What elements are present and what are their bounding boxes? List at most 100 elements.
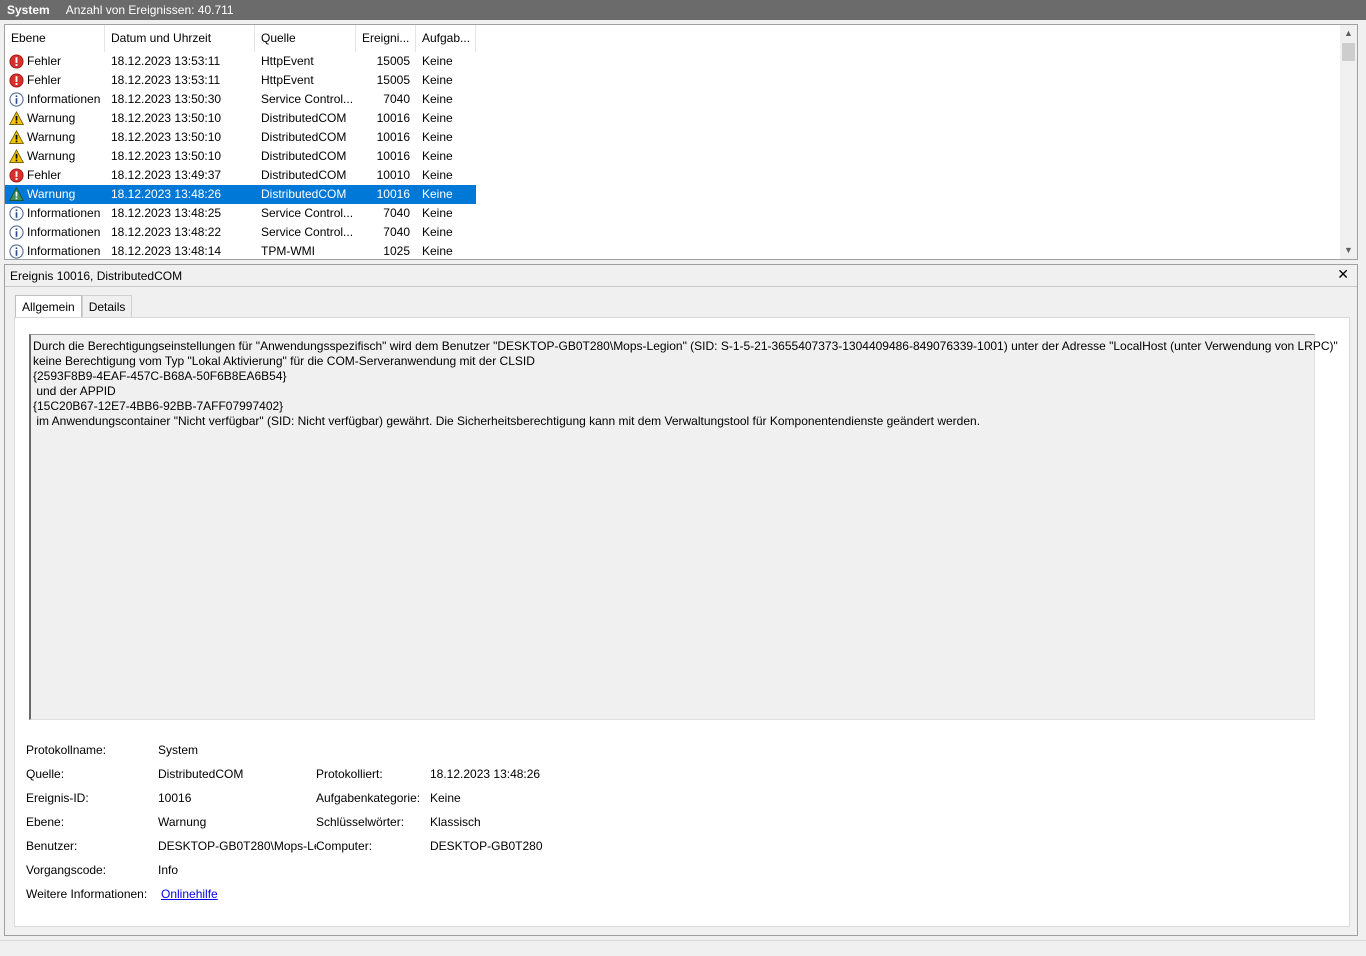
source-cell: DistributedCOM (261, 111, 347, 125)
datetime-cell: 18.12.2023 13:48:14 (111, 244, 222, 258)
level-cell: Warnung (5, 185, 105, 204)
column-level[interactable]: Ebene (5, 25, 105, 52)
log-name-value: System (158, 743, 199, 757)
event-properties: Protokollname: System Quelle: Distribute… (26, 738, 630, 906)
level-text: Informationen (27, 206, 101, 220)
tab-general[interactable]: Allgemein (15, 295, 82, 319)
level-text: Fehler (27, 54, 62, 68)
datetime-cell: 18.12.2023 13:48:22 (111, 225, 222, 239)
warning-icon (9, 111, 27, 126)
list-scrollbar[interactable]: ▲ ▼ (1340, 25, 1357, 259)
table-row[interactable]: Warnung 18.12.2023 13:48:26 DistributedCOM… (5, 185, 476, 204)
event-id-cell: 7040 (383, 92, 410, 106)
datetime-cell: 18.12.2023 13:50:30 (111, 92, 222, 106)
opcode-value: Info (158, 863, 179, 877)
level-cell: Warnung (5, 147, 105, 166)
event-detail-pane: Ereignis 10016, DistributedCOM ✕ Allgeme… (4, 264, 1358, 936)
detail-header: Ereignis 10016, DistributedCOM (10, 269, 183, 283)
event-message[interactable]: Durch die Berechtigungseinstellungen für… (29, 334, 1338, 720)
tab-details[interactable]: Details (81, 295, 133, 318)
source-cell: Service Control... (261, 206, 354, 220)
event-id-cell: 15005 (376, 54, 410, 68)
source-cell: DistributedCOM (261, 168, 347, 182)
info-icon (9, 206, 27, 221)
table-row[interactable]: Fehler 18.12.2023 13:53:11 HttpEvent 15005 K… (5, 52, 476, 71)
level-text: Fehler (27, 168, 62, 182)
table-row[interactable]: Informationen 18.12.2023 13:48:14 TPM-WMI 1… (5, 242, 476, 259)
error-icon (9, 73, 27, 88)
table-row[interactable]: Fehler 18.12.2023 13:49:37 DistributedCOM 1… (5, 166, 476, 185)
scroll-thumb[interactable] (1342, 43, 1355, 61)
column-source[interactable]: Quelle (255, 25, 356, 52)
event-id-label: Ereignis-ID: (26, 791, 89, 805)
task-cell: Keine (422, 111, 453, 125)
close-icon[interactable]: ✕ (1337, 266, 1349, 283)
task-cell: Keine (422, 244, 453, 258)
scroll-up-icon[interactable]: ▲ (1340, 25, 1357, 42)
error-icon (9, 54, 27, 69)
level-value: Warnung (158, 815, 207, 829)
title-bar: System Anzahl von Ereignissen: 40.711 (0, 0, 1366, 20)
event-rows: Fehler 18.12.2023 13:53:11 HttpEvent 15005 K… (5, 52, 476, 259)
tab-panel-general: Durch die Berechtigungseinstellungen für… (14, 317, 1350, 927)
task-cell: Keine (422, 149, 453, 163)
level-text: Warnung (27, 187, 76, 201)
task-cell: Keine (422, 168, 453, 182)
column-event-id[interactable]: Ereigni... (356, 25, 416, 52)
level-cell: Fehler (5, 71, 105, 90)
event-list[interactable]: Ebene Datum und Uhrzeit Quelle Ereigni..… (4, 24, 1358, 260)
event-id-cell: 10016 (376, 130, 410, 144)
task-cell: Keine (422, 54, 453, 68)
event-id-cell: 10016 (376, 149, 410, 163)
source-cell: HttpEvent (261, 73, 314, 87)
warning-icon (9, 149, 27, 164)
level-text: Warnung (27, 149, 76, 163)
level-label: Ebene: (26, 815, 65, 829)
event-id-value: 10016 (158, 791, 192, 805)
datetime-cell: 18.12.2023 13:50:10 (111, 130, 222, 144)
source-label: Quelle: (26, 767, 65, 781)
info-icon (9, 92, 27, 107)
table-row[interactable]: Informationen 18.12.2023 13:50:30 Service … (5, 90, 476, 109)
level-cell: Fehler (5, 52, 105, 71)
datetime-cell: 18.12.2023 13:50:10 (111, 149, 222, 163)
more-info-label: Weitere Informationen: (26, 887, 148, 901)
event-id-cell: 10016 (376, 187, 410, 201)
log-name-label: Protokollname: (26, 743, 107, 757)
column-task[interactable]: Aufgab... (416, 25, 476, 52)
table-row[interactable]: Informationen 18.12.2023 13:48:22 Service … (5, 223, 476, 242)
level-text: Fehler (27, 73, 62, 87)
level-cell: Warnung (5, 109, 105, 128)
message-line: und der APPID (33, 384, 116, 398)
online-help-link[interactable]: Onlinehilfe (161, 882, 218, 906)
task-cell: Keine (422, 225, 453, 239)
source-cell: DistributedCOM (261, 130, 347, 144)
logged-label: Protokolliert: (316, 767, 383, 781)
level-cell: Informationen (5, 223, 105, 242)
message-line: Durch die Berechtigungseinstellungen für… (33, 339, 1338, 353)
level-cell: Warnung (5, 128, 105, 147)
log-name: System (7, 3, 50, 17)
column-datetime[interactable]: Datum und Uhrzeit (105, 25, 255, 52)
warning-icon (9, 130, 27, 145)
table-row[interactable]: Informationen 18.12.2023 13:48:25 Service … (5, 204, 476, 223)
user-label: Benutzer: (26, 839, 78, 853)
event-count: Anzahl von Ereignissen: 40.711 (65, 3, 234, 17)
source-cell: DistributedCOM (261, 149, 347, 163)
scroll-down-icon[interactable]: ▼ (1340, 242, 1357, 259)
level-cell: Informationen (5, 242, 105, 259)
info-icon (9, 244, 27, 259)
level-text: Informationen (27, 92, 101, 106)
table-row[interactable]: Fehler 18.12.2023 13:53:11 HttpEvent 15005 K… (5, 71, 476, 90)
datetime-cell: 18.12.2023 13:48:26 (111, 187, 222, 201)
table-row[interactable]: Warnung 18.12.2023 13:50:10 DistributedCOM… (5, 109, 476, 128)
table-row[interactable]: Warnung 18.12.2023 13:50:10 DistributedCOM… (5, 147, 476, 166)
event-id-cell: 10010 (376, 168, 410, 182)
table-row[interactable]: Warnung 18.12.2023 13:50:10 DistributedCOM… (5, 128, 476, 147)
level-text: Warnung (27, 111, 76, 125)
task-cell: Keine (422, 206, 453, 220)
datetime-cell: 18.12.2023 13:49:37 (111, 168, 222, 182)
logged-value: 18.12.2023 13:48:26 (430, 767, 541, 781)
task-cell: Keine (422, 187, 453, 201)
detail-tabs: Allgemein Details (15, 295, 133, 319)
